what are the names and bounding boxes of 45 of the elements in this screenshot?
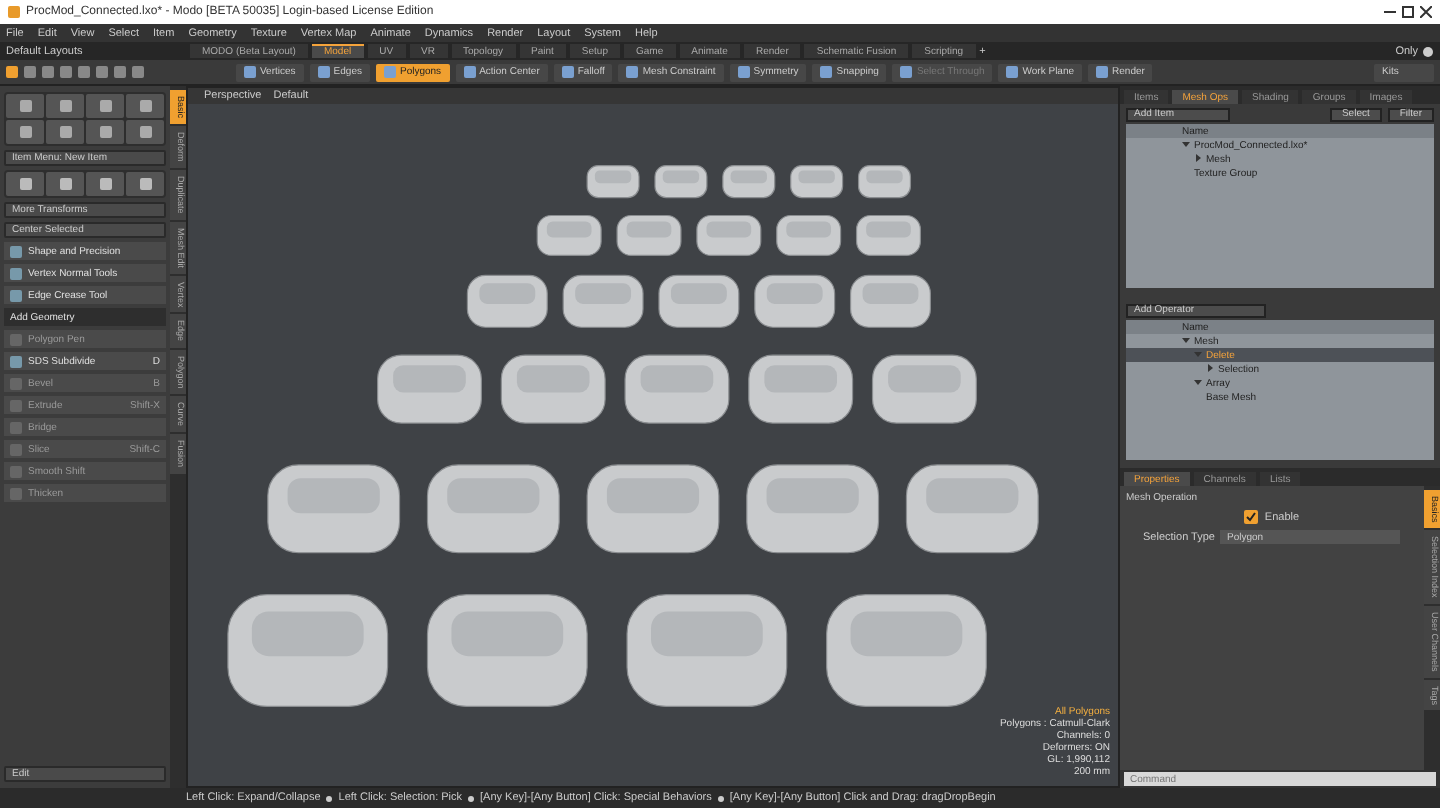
shape-tool-button[interactable] [6,94,44,118]
mode-icon [244,66,256,78]
mode-icon [463,66,476,78]
mode-icon [317,66,330,78]
minimize-icon[interactable] [1384,6,1396,18]
mode-icon [1006,66,1019,78]
shape-icon [19,100,31,112]
mode-icon [1096,66,1109,78]
shape-icon [59,100,71,112]
transform-tool-button[interactable] [86,172,124,196]
caret-icon[interactable] [1206,364,1214,374]
mode-icon [383,66,396,78]
separator-dot-icon [468,795,475,801]
shape-tool-button[interactable] [46,94,84,118]
transform-tool-button[interactable] [46,172,84,196]
transform-tool-button[interactable] [126,172,164,196]
close-icon[interactable] [1420,6,1432,18]
enable-checkbox[interactable] [1244,510,1259,524]
shape-icon [99,126,111,138]
mode-icon [737,66,750,78]
shape-tool-button[interactable] [46,120,84,144]
shape-icon [19,126,31,138]
shape-tool-button[interactable] [86,120,124,144]
app-icon [8,6,20,18]
settings-icon[interactable] [1422,45,1434,57]
separator-dot-icon [326,795,333,801]
mode-icon [820,66,833,78]
caret-icon[interactable] [1194,378,1202,388]
shape-icon [59,126,71,138]
shape-icon [139,126,151,138]
shape-tool-button[interactable] [126,94,164,118]
caret-icon[interactable] [1182,140,1190,150]
mode-icon [626,66,639,78]
caret-icon[interactable] [1182,336,1190,346]
shape-icon [139,100,151,112]
separator-dot-icon [717,795,724,801]
shape-tool-button[interactable] [6,120,44,144]
mode-icon [561,66,574,78]
transform-tool-button[interactable] [6,172,44,196]
shape-icon [99,100,111,112]
maximize-icon[interactable] [1402,6,1414,18]
mode-icon [900,66,913,78]
shape-tool-button[interactable] [126,120,164,144]
shape-tool-button[interactable] [86,94,124,118]
caret-icon[interactable] [1194,154,1202,164]
